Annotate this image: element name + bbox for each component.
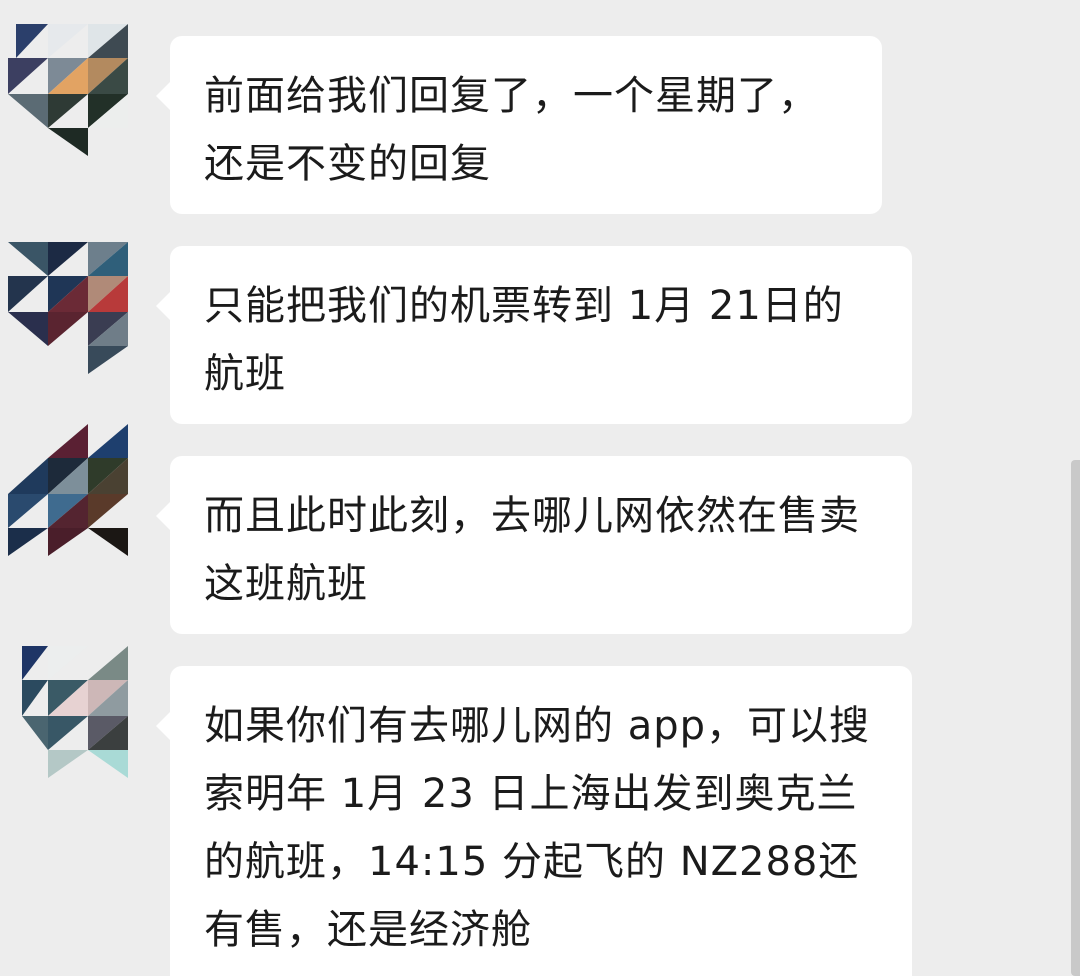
message-bubble[interactable]: 只能把我们的机票转到 1月 21日的航班 <box>156 246 912 424</box>
scrollbar[interactable] <box>1071 460 1080 976</box>
avatar[interactable] <box>8 424 134 556</box>
message-text: 前面给我们回复了，一个星期了，还是不变的回复 <box>204 73 819 187</box>
message-bubble[interactable]: 而且此时此刻，去哪儿网依然在售卖这班航班 <box>156 456 912 634</box>
message-text: 只能把我们的机票转到 1月 21日的航班 <box>204 283 844 397</box>
message-bubble[interactable]: 如果你们有去哪儿网的 app，可以搜索明年 1月 23 日上海出发到奥克兰的航班… <box>156 666 912 976</box>
avatar[interactable] <box>8 24 134 156</box>
chat-window: 前面给我们回复了，一个星期了，还是不变的回复 只能把我们的机票转到 1月 21日… <box>0 0 1080 976</box>
message-text: 如果你们有去哪儿网的 app，可以搜索明年 1月 23 日上海出发到奥克兰的航班… <box>204 703 871 953</box>
avatar[interactable] <box>8 242 134 374</box>
message-text: 而且此时此刻，去哪儿网依然在售卖这班航班 <box>204 493 860 607</box>
message-bubble[interactable]: 前面给我们回复了，一个星期了，还是不变的回复 <box>156 36 882 214</box>
avatar[interactable] <box>8 646 134 778</box>
